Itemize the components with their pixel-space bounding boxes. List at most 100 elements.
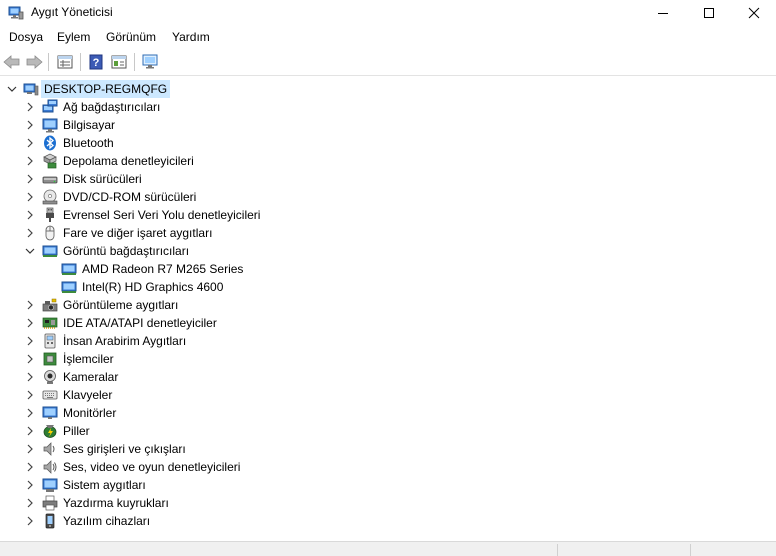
disk-drive-icon [42, 176, 58, 184]
tree-item-disk-drives[interactable]: Disk sürücüleri [0, 170, 776, 188]
tree-item-sound-controllers[interactable]: Ses, video ve oyun denetleyicileri [0, 458, 776, 476]
chevron-right-icon[interactable] [24, 515, 36, 527]
software-device-icon [45, 513, 55, 529]
chevron-right-icon[interactable] [24, 353, 36, 365]
computer-name: DESKTOP-REGMQFG [41, 80, 171, 98]
mouse-icon [45, 225, 55, 241]
minimize-button[interactable] [640, 0, 686, 26]
tree-item-cameras[interactable]: Kameralar [0, 368, 776, 386]
category-label: Bilgisayar [63, 118, 116, 132]
chevron-right-icon[interactable] [24, 101, 36, 113]
chevron-right-icon[interactable] [24, 227, 36, 239]
back-button[interactable] [2, 52, 22, 72]
tree-item-display-adapters[interactable]: Görüntü bağdaştırıcıları [0, 242, 776, 260]
status-divider [690, 544, 691, 556]
status-divider [557, 544, 558, 556]
svg-text:?: ? [93, 57, 100, 69]
category-label: DVD/CD-ROM sürücüleri [63, 190, 197, 204]
sound-controller-icon [43, 460, 57, 474]
tree-item-mice[interactable]: Fare ve diğer işaret aygıtları [0, 224, 776, 242]
chevron-right-icon[interactable] [24, 425, 36, 437]
toolbar: ? [0, 49, 776, 76]
menu-gorunum[interactable]: Görünüm [106, 30, 156, 44]
category-label: Klavyeler [63, 388, 113, 402]
tree-item-print-queues[interactable]: Yazdırma kuyrukları [0, 494, 776, 512]
chevron-right-icon[interactable] [24, 461, 36, 473]
tree-item-audio-io[interactable]: Ses girişleri ve çıkışları [0, 440, 776, 458]
tree-item-processors[interactable]: İşlemciler [0, 350, 776, 368]
menu-dosya[interactable]: Dosya [9, 30, 43, 44]
chevron-right-icon[interactable] [24, 191, 36, 203]
category-label: IDE ATA/ATAPI denetleyiciler [63, 316, 217, 330]
chevron-right-icon[interactable] [24, 389, 36, 401]
chevron-down-icon[interactable] [24, 245, 36, 257]
chevron-right-icon[interactable] [24, 479, 36, 491]
category-label: Depolama denetleyicileri [63, 154, 194, 168]
close-icon [748, 7, 760, 19]
battery-icon [43, 425, 57, 438]
category-label: İnsan Arabirim Aygıtları [63, 334, 187, 348]
forward-icon [26, 55, 43, 69]
device-tree: DESKTOP-REGMQFG Ağ bağdaştırıcıları Bilg… [0, 76, 776, 541]
computer-icon [42, 118, 58, 133]
chevron-right-icon[interactable] [24, 335, 36, 347]
network-adapter-icon [42, 99, 58, 113]
tree-root[interactable]: DESKTOP-REGMQFG [0, 80, 776, 98]
imaging-device-icon [42, 298, 58, 312]
tree-item-hid[interactable]: İnsan Arabirim Aygıtları [0, 332, 776, 350]
close-button[interactable] [731, 0, 776, 26]
tree-item-amd-radeon[interactable]: AMD Radeon R7 M265 Series [0, 260, 776, 278]
tree-item-intel-hd-graphics[interactable]: Intel(R) HD Graphics 4600 [0, 278, 776, 296]
display-adapter-icon [42, 245, 58, 257]
tree-item-usb-controllers[interactable]: Evrensel Seri Veri Yolu denetleyicileri [0, 206, 776, 224]
storage-controller-icon [43, 153, 57, 169]
chevron-right-icon[interactable] [24, 299, 36, 311]
chevron-right-icon[interactable] [24, 443, 36, 455]
keyboard-icon [42, 390, 58, 400]
tree-item-storage-controllers[interactable]: Depolama denetleyicileri [0, 152, 776, 170]
tree-item-network-adapters[interactable]: Ağ bağdaştırıcıları [0, 98, 776, 116]
status-bar [0, 541, 776, 556]
bluetooth-icon [44, 135, 56, 151]
chevron-right-icon[interactable] [24, 497, 36, 509]
toolbar-separator [134, 53, 135, 71]
category-label: Yazılım cihazları [63, 514, 151, 528]
help-button[interactable]: ? [86, 52, 106, 72]
tree-item-bluetooth[interactable]: Bluetooth [0, 134, 776, 152]
chevron-right-icon[interactable] [24, 119, 36, 131]
tree-item-imaging-devices[interactable]: Görüntüleme aygıtları [0, 296, 776, 314]
category-label: Yazdırma kuyrukları [63, 496, 169, 510]
tree-item-computer[interactable]: Bilgisayar [0, 116, 776, 134]
chevron-right-icon[interactable] [24, 407, 36, 419]
system-device-icon [42, 478, 58, 492]
menu-yardim[interactable]: Yardım [172, 30, 210, 44]
chevron-right-icon[interactable] [24, 371, 36, 383]
chevron-right-icon[interactable] [24, 155, 36, 167]
menu-eylem[interactable]: Eylem [57, 30, 90, 44]
forward-button[interactable] [24, 52, 44, 72]
tree-item-batteries[interactable]: Piller [0, 422, 776, 440]
chevron-down-icon[interactable] [6, 83, 18, 95]
category-label: Sistem aygıtları [63, 478, 146, 492]
chevron-right-icon[interactable] [24, 137, 36, 149]
tree-item-keyboards[interactable]: Klavyeler [0, 386, 776, 404]
chevron-right-icon[interactable] [24, 173, 36, 185]
tree-item-monitors[interactable]: Monitörler [0, 404, 776, 422]
chevron-right-icon[interactable] [24, 317, 36, 329]
category-label: Evrensel Seri Veri Yolu denetleyicileri [63, 208, 261, 222]
device-label: AMD Radeon R7 M265 Series [82, 262, 244, 276]
menu-bar: Dosya Eylem Görünüm Yardım [0, 27, 776, 49]
maximize-button[interactable] [686, 0, 732, 26]
chevron-right-icon[interactable] [24, 209, 36, 221]
scan-hardware-button[interactable] [140, 52, 160, 72]
usb-icon [46, 207, 54, 222]
audio-io-icon [43, 442, 55, 456]
tree-item-dvd-drives[interactable]: DVD/CD-ROM sürücüleri [0, 188, 776, 206]
tree-item-software-devices[interactable]: Yazılım cihazları [0, 512, 776, 530]
hid-icon [44, 333, 56, 349]
properties-button[interactable] [55, 52, 75, 72]
tree-item-system-devices[interactable]: Sistem aygıtları [0, 476, 776, 494]
print-queue-icon [42, 495, 58, 511]
tree-item-ide-controllers[interactable]: IDE ATA/ATAPI denetleyiciler [0, 314, 776, 332]
properties-pane-button[interactable] [109, 52, 129, 72]
